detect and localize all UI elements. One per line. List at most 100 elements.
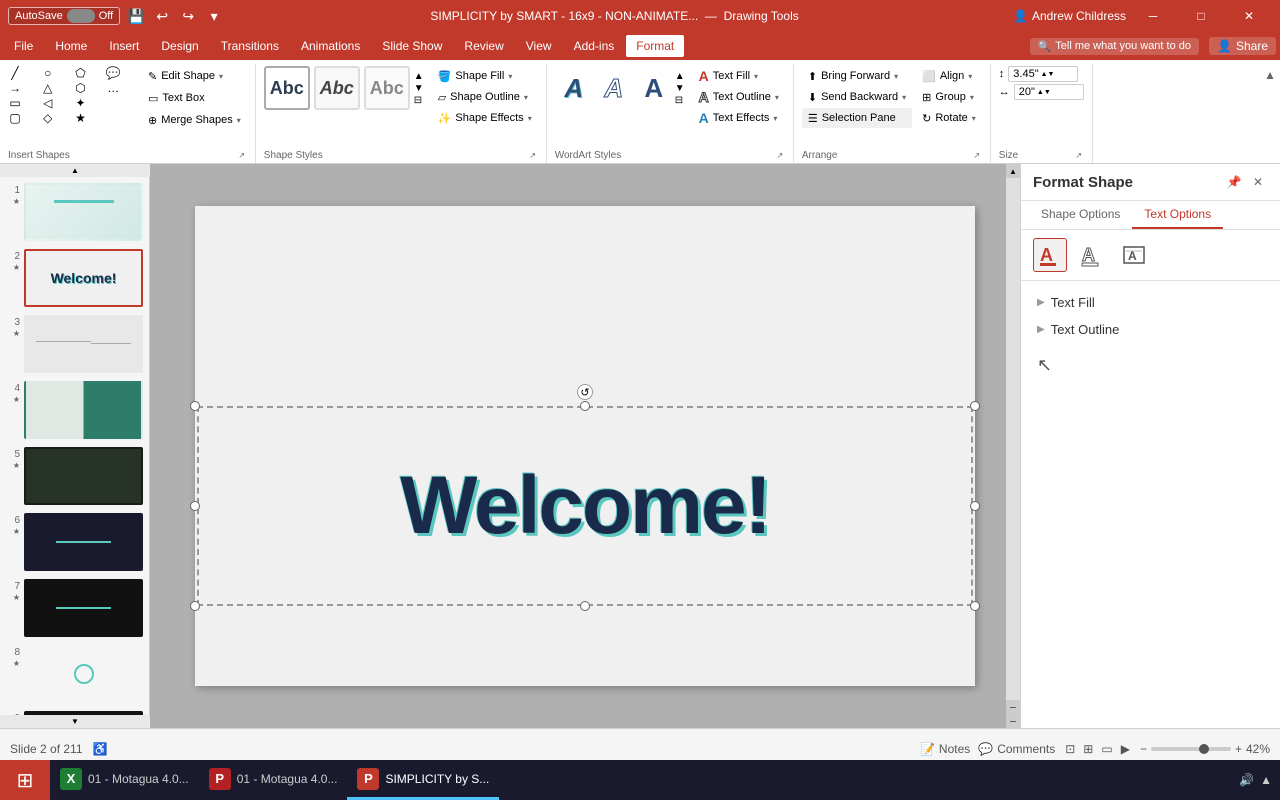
shape-arrow[interactable]: → — [8, 81, 22, 95]
slide-8[interactable]: 8 ★ — [4, 643, 145, 705]
bring-forward-button[interactable]: ⬆ Bring Forward ▾ — [802, 66, 912, 86]
text-effects-button[interactable]: A Text Effects ▾ — [693, 108, 785, 128]
undo-button[interactable]: ↩ — [152, 6, 172, 26]
wordart-expand[interactable]: ↗ — [775, 151, 785, 161]
shape-rtriangle[interactable]: ◁ — [41, 96, 55, 110]
taskbar-speaker[interactable]: 🔊 — [1239, 773, 1254, 787]
slide-6[interactable]: 6 ★ — [4, 511, 145, 573]
edit-shape-button[interactable]: ✎Edit Shape ▾ — [142, 66, 247, 86]
slide-7-thumb[interactable] — [24, 579, 143, 637]
view-slide-sorter[interactable]: ⊞ — [1081, 740, 1095, 758]
wordart-1[interactable]: A — [555, 66, 593, 110]
rotate-handle[interactable]: ↺ — [577, 384, 593, 400]
shape-rect[interactable]: ▭ — [8, 96, 22, 110]
taskbar-hide[interactable]: ▲ — [1260, 773, 1272, 787]
menu-slideshow[interactable]: Slide Show — [372, 35, 452, 57]
start-button[interactable]: ⊞ — [0, 760, 50, 800]
shape-outline-button[interactable]: ▱ Shape Outline ▾ — [432, 87, 538, 107]
text-outline-button[interactable]: A Text Outline ▾ — [693, 87, 785, 107]
accessibility-button[interactable]: ♿ — [93, 742, 108, 756]
menu-format[interactable]: Format — [626, 35, 684, 57]
shape-circle[interactable]: ○ — [41, 66, 55, 80]
zoom-in-button[interactable]: + — [1235, 742, 1242, 756]
shape-more[interactable]: … — [106, 81, 120, 95]
align-button[interactable]: ⬜ Align ▾ — [916, 66, 982, 86]
abc-style-2[interactable]: Abc — [314, 66, 360, 110]
panel-close-button[interactable]: ✕ — [1248, 172, 1268, 192]
ribbon-collapse[interactable]: ▲ — [1260, 64, 1280, 86]
close-button[interactable]: ✕ — [1226, 0, 1272, 32]
slide-2-thumb[interactable]: Welcome! — [24, 249, 143, 307]
menu-transitions[interactable]: Transitions — [211, 35, 289, 57]
send-backward-button[interactable]: ⬇ Send Backward ▾ — [802, 87, 912, 107]
shape-star5[interactable]: ★ — [74, 111, 88, 125]
text-outline-icon-button[interactable]: A — [1075, 238, 1109, 272]
group-button[interactable]: ⊞ Group ▾ — [916, 87, 982, 107]
rotate-button[interactable]: ↻ Rotate ▾ — [916, 108, 982, 128]
taskbar-ppt1[interactable]: P 01 - Motagua 4.0... — [199, 760, 348, 800]
menu-view[interactable]: View — [516, 35, 562, 57]
restore-button[interactable]: □ — [1178, 0, 1224, 32]
menu-addins[interactable]: Add-ins — [564, 35, 625, 57]
text-fill-icon-button[interactable]: A — [1033, 238, 1067, 272]
slide-5-thumb[interactable] — [24, 447, 143, 505]
customize-button[interactable]: ▾ — [204, 6, 224, 26]
slide-4[interactable]: 4 ★ — [4, 379, 145, 441]
shape-fill-button[interactable]: 🪣 Shape Fill ▾ — [432, 66, 538, 86]
taskbar-excel[interactable]: X 01 - Motagua 4.0... — [50, 760, 199, 800]
welcome-text[interactable]: Welcome! — [400, 459, 770, 553]
selection-pane-button[interactable]: ☰ Selection Pane — [802, 108, 912, 128]
slides-scroll-up[interactable]: ▲ — [0, 164, 150, 177]
slide-6-thumb[interactable] — [24, 513, 143, 571]
text-fill-section[interactable]: ▶ Text Fill — [1033, 289, 1268, 316]
width-spinners[interactable]: ▲▼ — [1037, 89, 1051, 96]
handle-mr[interactable] — [970, 501, 980, 511]
notes-button[interactable]: 📝 Notes — [920, 742, 970, 756]
wordart-scroll-up[interactable]: ▲ — [675, 71, 685, 82]
handle-tc[interactable] — [580, 401, 590, 411]
menu-design[interactable]: Design — [151, 35, 208, 57]
wordart-more[interactable]: ⊟ — [675, 95, 685, 106]
slide-1-thumb[interactable] — [24, 183, 143, 241]
panel-pin-button[interactable]: 📌 — [1224, 172, 1244, 192]
zoom-thumb[interactable] — [1199, 744, 1209, 754]
canvas-scroll-up[interactable]: ▲ — [1006, 164, 1020, 178]
slide-3[interactable]: 3 ★ — [4, 313, 145, 375]
text-box-icon-button[interactable]: A — [1117, 238, 1151, 272]
abc-scroll-down[interactable]: ▼ — [414, 83, 424, 94]
taskbar-ppt2[interactable]: P SIMPLICITY by S... — [347, 760, 499, 800]
handle-tl[interactable] — [190, 401, 200, 411]
shape-diamond[interactable]: ◇ — [41, 111, 55, 125]
shape-rounded-rect[interactable]: ▢ — [8, 111, 22, 125]
handle-br[interactable] — [970, 601, 980, 611]
abc-style-1[interactable]: Abc — [264, 66, 310, 110]
save-button[interactable]: 💾 — [126, 6, 146, 26]
menu-home[interactable]: Home — [45, 35, 97, 57]
zoom-slider[interactable] — [1151, 747, 1231, 751]
menu-file[interactable]: File — [4, 35, 43, 57]
handle-bl[interactable] — [190, 601, 200, 611]
handle-bc[interactable] — [580, 601, 590, 611]
shape-callout[interactable]: 💬 — [106, 66, 120, 80]
menu-review[interactable]: Review — [454, 35, 513, 57]
abc-more[interactable]: ⊟ — [414, 95, 424, 106]
share-button[interactable]: 👤 Share — [1209, 37, 1276, 55]
slides-scroll-down[interactable]: ▼ — [0, 715, 150, 728]
height-spinners[interactable]: ▲▼ — [1041, 71, 1055, 78]
arrange-expand[interactable]: ↗ — [972, 151, 982, 161]
canvas-scroll-mid1[interactable]: ─ — [1006, 700, 1020, 714]
autosave-badge[interactable]: AutoSave Off — [8, 7, 120, 25]
handle-ml[interactable] — [190, 501, 200, 511]
slide-7[interactable]: 7 ★ — [4, 577, 145, 639]
wordart-3[interactable]: A — [635, 66, 673, 110]
text-outline-section[interactable]: ▶ Text Outline — [1033, 316, 1268, 343]
slide-4-thumb[interactable] — [24, 381, 143, 439]
menu-animations[interactable]: Animations — [291, 35, 370, 57]
text-box-button[interactable]: ▭Text Box — [142, 88, 247, 108]
size-expand[interactable]: ↗ — [1074, 151, 1084, 161]
slide-8-thumb[interactable] — [24, 645, 143, 703]
slide-9[interactable]: 9 ★ — [4, 709, 145, 716]
slide-3-thumb[interactable] — [24, 315, 143, 373]
canvas-scroll-mid2[interactable]: ─ — [1006, 714, 1020, 728]
shape-pentagon[interactable]: ⬠ — [74, 66, 88, 80]
